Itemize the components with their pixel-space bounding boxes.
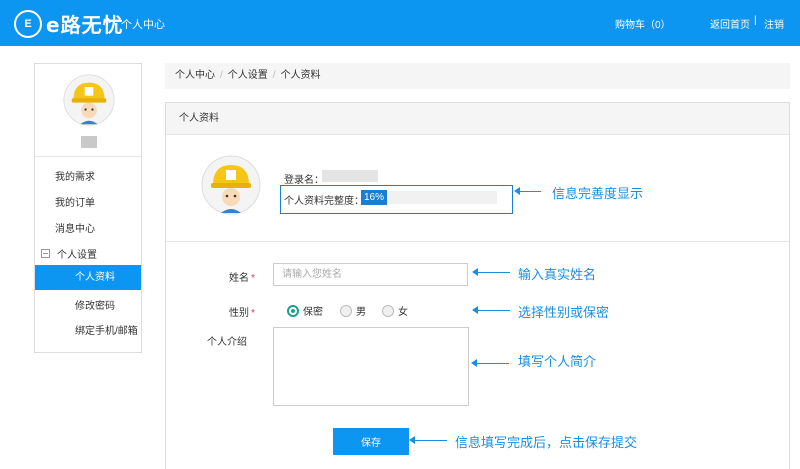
gender-label: 性别 * <box>229 304 255 319</box>
annotation-intro: 填写个人简介 <box>518 355 597 370</box>
annotation-save: 信息填写完成后，点击保存提交 <box>455 436 638 451</box>
name-label: 姓名 * <box>229 269 255 284</box>
sidebar-item-orders[interactable]: 我的订单 <box>55 194 95 209</box>
divider <box>166 241 789 242</box>
login-name-label: 登录名： <box>284 175 324 186</box>
radio-icon[interactable] <box>340 304 352 317</box>
collapse-icon[interactable] <box>41 249 50 258</box>
intro-label: 个人介绍 <box>207 337 247 348</box>
breadcrumb: 个人中心 / 个人设置 / 个人资料 <box>165 63 790 89</box>
gender-label-text: 性别 <box>229 308 249 319</box>
breadcrumb-item-profile: 个人资料 <box>280 70 321 81</box>
home-link[interactable]: 返回首页 <box>710 16 750 31</box>
arrow-left-icon <box>471 359 509 367</box>
sidebar-item-change-password[interactable]: 修改密码 <box>75 297 115 312</box>
annotation-gender: 选择性别或保密 <box>518 306 610 321</box>
sidebar-item-profile[interactable]: 个人资料 <box>35 265 141 290</box>
site-logo[interactable]: E e路无忧 <box>14 9 124 38</box>
panel-title: 个人资料 <box>166 103 789 135</box>
login-name-value <box>322 170 378 182</box>
arrow-left-icon <box>409 436 447 444</box>
breadcrumb-item-center[interactable]: 个人中心 <box>175 70 215 81</box>
sidebar-group-label: 个人设置 <box>57 250 97 261</box>
breadcrumb-separator: / <box>220 70 223 81</box>
radio-label: 女 <box>398 307 408 318</box>
header-title: 个人中心 <box>121 19 165 31</box>
arrow-left-icon <box>514 187 541 195</box>
radio-label: 男 <box>356 307 366 318</box>
radio-label: 保密 <box>303 307 323 318</box>
gender-radio-secret[interactable]: 保密 <box>287 303 323 318</box>
radio-icon[interactable] <box>382 304 394 317</box>
intro-textarea[interactable] <box>273 327 469 406</box>
profile-panel: 个人资料 登录名： 个人资料完整度： 16% 姓名* 性别* 保密 男 女 个人… <box>165 102 790 469</box>
annotation-name: 输入真实姓名 <box>518 268 597 283</box>
sidebar-group-settings[interactable]: 个人设置 <box>41 246 97 261</box>
top-header: E e路无忧 个人中心 购物车（0） 返回首页 | 注销 <box>0 0 800 46</box>
annotation-completeness: 信息完善度显示 <box>552 187 644 202</box>
completeness-value: 16% <box>361 190 388 205</box>
username-placeholder <box>81 136 97 148</box>
save-button[interactable]: 保存 <box>333 428 409 455</box>
name-label-text: 姓名 <box>229 273 249 284</box>
sidebar-item-messages[interactable]: 消息中心 <box>55 220 95 235</box>
required-mark: * <box>251 308 255 319</box>
profile-avatar[interactable] <box>201 155 261 215</box>
gender-radio-female[interactable]: 女 <box>382 303 408 318</box>
arrow-left-icon <box>472 306 510 314</box>
completeness-label: 个人资料完整度： <box>284 196 364 207</box>
required-mark: * <box>251 273 255 284</box>
sidebar-item-requirements[interactable]: 我的需求 <box>55 168 95 183</box>
sidebar: 我的需求 我的订单 消息中心 个人设置 个人资料 修改密码 绑定手机/邮箱 <box>34 63 142 353</box>
logo-text: e路无忧 <box>46 13 124 37</box>
breadcrumb-separator: / <box>272 70 276 81</box>
gender-radio-male[interactable]: 男 <box>340 303 366 318</box>
logout-link[interactable]: 注销 <box>764 16 784 31</box>
divider <box>35 156 141 157</box>
cart-link[interactable]: 购物车（0） <box>615 16 671 31</box>
avatar <box>63 74 115 126</box>
breadcrumb-item-settings[interactable]: 个人设置 <box>228 70 268 81</box>
completeness-progress-bar <box>384 191 497 204</box>
arrow-left-icon <box>472 268 510 276</box>
radio-checked-icon[interactable] <box>287 304 299 317</box>
logo-icon: E <box>14 9 42 38</box>
header-separator: | <box>754 15 757 26</box>
name-input[interactable] <box>273 263 468 286</box>
sidebar-item-bind-phone-email[interactable]: 绑定手机/邮箱 <box>75 322 138 337</box>
